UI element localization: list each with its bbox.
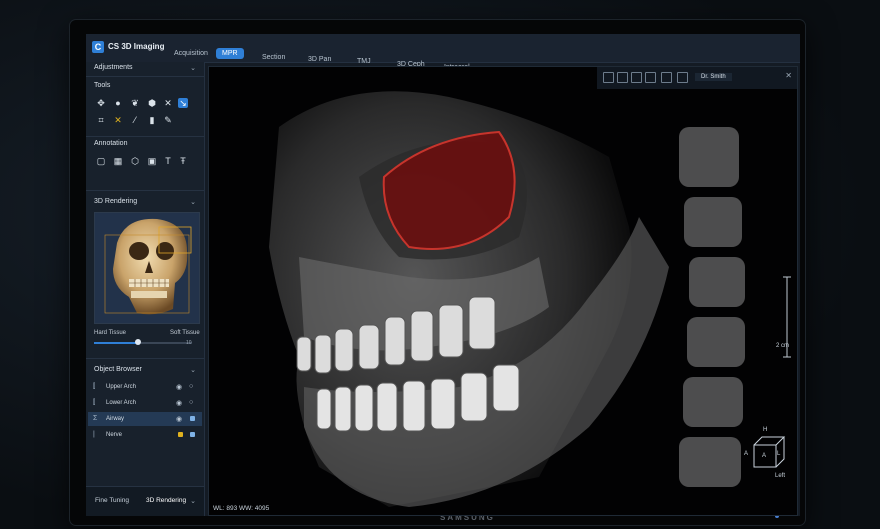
layout-5-icon[interactable] bbox=[661, 72, 672, 83]
object-label: Lower Arch bbox=[106, 400, 137, 406]
cross-icon[interactable]: ✕ bbox=[163, 98, 173, 108]
tab-3d-rendering[interactable]: 3D Rendering bbox=[146, 497, 186, 504]
app-title: CS 3D Imaging bbox=[108, 42, 165, 51]
move-icon[interactable]: ✥ bbox=[96, 98, 106, 108]
application-window: C CS 3D Imaging Acquisition MPR Section … bbox=[86, 34, 800, 516]
orientation-top: H bbox=[763, 427, 768, 433]
tab-3d-pan[interactable]: 3D Pan bbox=[302, 54, 337, 65]
adjustments-heading: Adjustments bbox=[94, 64, 133, 71]
implant-icon[interactable]: ▮ bbox=[147, 115, 157, 125]
crop-icon[interactable]: ⌗ bbox=[96, 115, 106, 125]
layout-1-icon[interactable] bbox=[603, 72, 614, 83]
scale-label: 2 cm bbox=[775, 343, 789, 349]
close-icon[interactable]: ✕ bbox=[785, 71, 792, 80]
shape-icon[interactable]: ⬡ bbox=[130, 156, 140, 166]
eye-icon[interactable]: ◉ bbox=[176, 415, 182, 423]
left-sidebar: Adjustments ⌄ Tools ✥ ● ❦ ⬢ ✕ ↘ ⌗ ✕ ⁄ ▮ … bbox=[86, 62, 205, 516]
skull-render-image bbox=[95, 213, 199, 323]
divider bbox=[86, 190, 204, 191]
soft-tissue-label: Soft Tissue bbox=[170, 330, 200, 336]
eye-icon[interactable]: ◉ bbox=[176, 399, 182, 407]
layout-6-icon[interactable] bbox=[677, 72, 688, 83]
annotation-heading: Annotation bbox=[94, 140, 128, 147]
user-badge[interactable]: Dr. Smith bbox=[695, 73, 732, 81]
text-box-icon[interactable]: Ŧ bbox=[178, 156, 188, 166]
top-bar: C CS 3D Imaging Acquisition MPR Section … bbox=[86, 34, 800, 71]
hard-tissue-label: Hard Tissue bbox=[94, 330, 127, 336]
object-label: Airway bbox=[106, 416, 125, 422]
chevron-down-icon[interactable]: ⌄ bbox=[190, 64, 196, 72]
mpr-viewport[interactable]: Dr. Smith ✕ 2 cm H A A L Left WL: 893 WW… bbox=[208, 66, 798, 516]
orientation-left: A bbox=[744, 451, 749, 457]
orientation-right: L bbox=[777, 451, 781, 457]
tab-acquisition[interactable]: Acquisition bbox=[168, 48, 214, 59]
tooth-icon[interactable]: ❦ bbox=[130, 98, 140, 108]
color-swatch[interactable] bbox=[178, 432, 183, 437]
measure-icon[interactable]: ↘ bbox=[178, 98, 188, 108]
color-swatch[interactable] bbox=[190, 416, 195, 421]
layout-4-icon[interactable] bbox=[645, 72, 656, 83]
object-row-lower-arch[interactable]: ⫿ Lower Arch ◉ ○ bbox=[88, 396, 202, 410]
pipette-icon[interactable]: ⁄ bbox=[130, 115, 140, 125]
slider-value: 10 bbox=[186, 340, 192, 346]
tab-fine-tuning[interactable]: Fine Tuning bbox=[95, 497, 129, 504]
visibility-toggle-icon[interactable]: ○ bbox=[189, 383, 193, 390]
ct-scan-image[interactable] bbox=[209, 67, 797, 515]
tools-heading: Tools bbox=[94, 82, 111, 89]
rect-icon[interactable]: ▢ bbox=[96, 156, 106, 166]
ruler-icon[interactable]: ▦ bbox=[113, 156, 123, 166]
3d-rendering-thumbnail[interactable] bbox=[94, 212, 200, 324]
object-row-upper-arch[interactable]: ⫿ Upper Arch ◉ ○ bbox=[88, 380, 202, 394]
object-row-airway[interactable]: Σ Airway ◉ bbox=[88, 412, 202, 426]
text-icon[interactable]: T bbox=[163, 156, 173, 166]
object-browser-heading: Object Browser bbox=[94, 366, 142, 373]
comment-icon[interactable]: ▣ bbox=[147, 156, 157, 166]
tissue-slider-handle[interactable] bbox=[135, 339, 142, 345]
orientation-center: A bbox=[762, 453, 767, 459]
chevron-down-icon[interactable]: ⌄ bbox=[190, 198, 196, 206]
nerve-icon: | bbox=[93, 431, 95, 438]
tissue-slider[interactable] bbox=[94, 339, 192, 345]
circle-icon[interactable]: ● bbox=[113, 98, 123, 108]
color-swatch[interactable] bbox=[190, 432, 195, 437]
orientation-bottom: Left bbox=[775, 473, 786, 479]
arch-icon: ⫿ bbox=[93, 399, 96, 406]
tab-section[interactable]: Section bbox=[256, 52, 291, 63]
app-logo-icon: C bbox=[92, 41, 104, 53]
divider bbox=[86, 358, 204, 359]
arch-icon: ⫿ bbox=[93, 383, 96, 390]
divider bbox=[86, 136, 204, 137]
object-label: Nerve bbox=[106, 432, 123, 438]
pencil-icon[interactable]: ✎ bbox=[163, 115, 173, 125]
chevron-down-icon[interactable]: ⌄ bbox=[190, 497, 196, 505]
object-label: Upper Arch bbox=[106, 384, 137, 390]
tab-mpr[interactable]: MPR bbox=[216, 48, 244, 59]
cube-icon[interactable]: ⬢ bbox=[147, 98, 157, 108]
visibility-toggle-icon[interactable]: ○ bbox=[189, 399, 193, 406]
window-level-readout: WL: 893 WW: 4095 bbox=[213, 505, 270, 512]
airway-icon: Σ bbox=[93, 415, 98, 422]
layout-3-icon[interactable] bbox=[631, 72, 642, 83]
eye-icon[interactable]: ◉ bbox=[176, 383, 182, 391]
viewport-toolbar: Dr. Smith ✕ bbox=[597, 67, 797, 89]
rendering-heading: 3D Rendering bbox=[94, 198, 138, 205]
layout-2-icon[interactable] bbox=[617, 72, 628, 83]
x-icon[interactable]: ✕ bbox=[113, 115, 123, 125]
tissue-slider-fill bbox=[94, 342, 139, 344]
divider bbox=[86, 76, 204, 77]
bottom-tabs: Fine Tuning 3D Rendering ⌄ bbox=[86, 486, 204, 516]
chevron-down-icon[interactable]: ⌄ bbox=[190, 366, 196, 374]
object-row-nerve[interactable]: | Nerve bbox=[88, 428, 202, 442]
